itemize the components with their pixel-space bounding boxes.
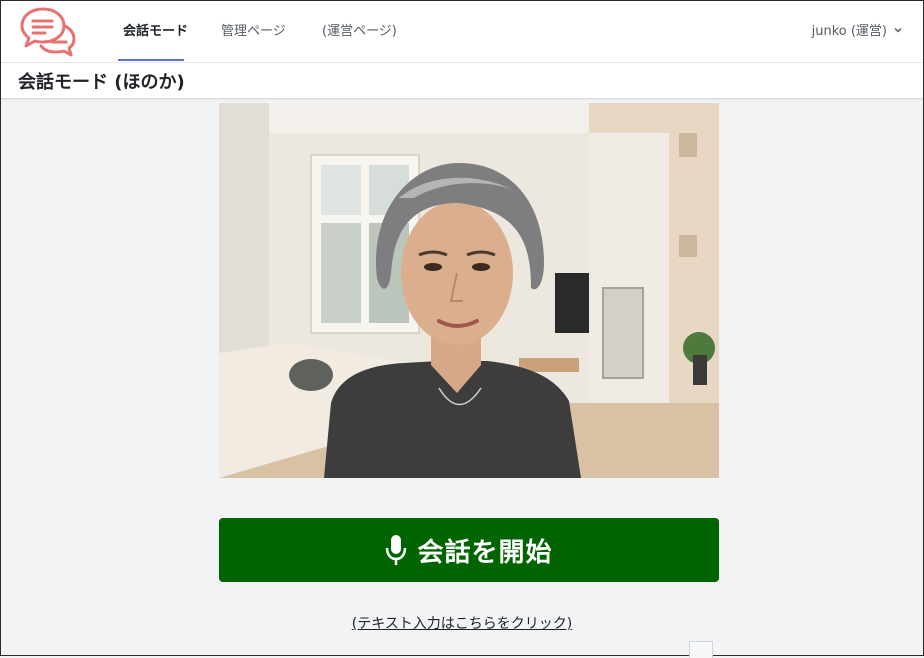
avatar-video	[219, 103, 719, 478]
tab-admin-page[interactable]: 管理ページ	[221, 20, 286, 39]
page-header: 会話モード (ほのか)	[1, 63, 923, 99]
start-conversation-label: 会話を開始	[417, 537, 553, 568]
tab-operations-page[interactable]: (運営ページ)	[322, 20, 397, 39]
microphone-icon	[386, 535, 407, 565]
text-input-link[interactable]: (テキスト入力はこちらをクリック)	[352, 616, 573, 632]
user-name: junko (運営)	[811, 24, 887, 39]
chevron-down-icon	[894, 27, 902, 33]
chat-bubbles-icon[interactable]	[19, 4, 77, 58]
scroll-corner	[689, 641, 713, 658]
text-input-link-row: (テキスト入力はこちらをクリック)	[1, 613, 923, 633]
start-conversation-button[interactable]: 会話を開始	[219, 518, 719, 582]
top-navbar: 会話モード 管理ページ (運営ページ) junko (運営)	[1, 1, 923, 63]
page-title: 会話モード (ほのか)	[18, 72, 185, 93]
active-tab-indicator	[118, 59, 184, 61]
avatar-portrait	[219, 103, 719, 478]
tab-conversation-mode[interactable]: 会話モード	[123, 20, 188, 39]
user-menu[interactable]: junko (運営)	[812, 20, 903, 39]
